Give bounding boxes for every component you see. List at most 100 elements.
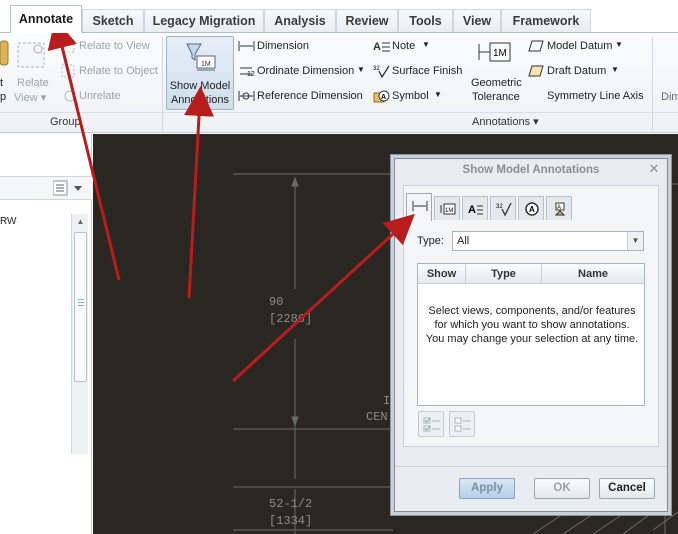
model-datum-dropdown-icon[interactable]: ▼: [615, 40, 623, 49]
type-select[interactable]: All ▼: [452, 231, 644, 251]
tree-scrollbar[interactable]: ▲: [71, 214, 88, 454]
ordinate-dimension-icon: 12: [238, 64, 256, 78]
apply-button[interactable]: Apply: [459, 478, 515, 499]
svg-text:1M: 1M: [493, 48, 507, 59]
ordinate-dimension-dropdown-icon[interactable]: ▼: [357, 65, 365, 74]
tab-view[interactable]: View: [453, 9, 501, 32]
relate-view-label-1[interactable]: Relate: [17, 77, 49, 89]
surface-finish-icon: 32: [373, 64, 391, 78]
group-icon[interactable]: [0, 39, 10, 69]
partial-button-label-2: p: [0, 91, 7, 103]
gtol-tab-icon: 1M: [440, 203, 456, 215]
relate-view-icon[interactable]: [16, 39, 48, 71]
group-label: Group: [50, 116, 81, 128]
tab-review[interactable]: Review: [336, 9, 398, 32]
note-tab-icon: A: [468, 204, 483, 216]
scroll-up-icon[interactable]: ▲: [72, 214, 89, 230]
show-model-annotations-button[interactable]: 1M Show Model Annotations: [166, 36, 234, 110]
relate-view-label-2[interactable]: View ▾: [14, 91, 46, 104]
note-icon: A: [373, 39, 391, 53]
show-model-annotations-icon: 1M: [184, 42, 218, 72]
column-header-show[interactable]: Show: [418, 264, 466, 284]
tab-notes[interactable]: A: [462, 196, 488, 220]
ordinate-dimension-button[interactable]: Ordinate Dimension: [257, 65, 354, 77]
show-model-annotations-label-1: Show Model: [169, 80, 231, 92]
svg-text:A: A: [557, 205, 561, 211]
draft-datum-button[interactable]: Draft Datum: [547, 65, 606, 77]
annotations-group-label[interactable]: Annotations ▾: [472, 113, 539, 131]
note-button[interactable]: Note: [392, 40, 415, 52]
type-select-value: All: [457, 235, 470, 247]
svg-text:A: A: [381, 94, 386, 101]
chevron-down-icon[interactable]: ▼: [627, 232, 643, 250]
tab-surface-finishes[interactable]: 32: [490, 196, 516, 220]
deselect-all-icon: [454, 417, 471, 432]
tab-sketch[interactable]: Sketch: [82, 9, 144, 32]
tree-item[interactable]: RW: [0, 216, 16, 227]
show-model-annotations-label-2: Annotations: [170, 94, 230, 106]
selection-message-line-3: You may change your selection at any tim…: [425, 333, 639, 345]
surface-finish-tab-icon: 32: [496, 202, 512, 217]
svg-text:A: A: [468, 204, 476, 216]
tab-framework[interactable]: Framework: [501, 9, 591, 32]
tab-datums[interactable]: A: [546, 196, 572, 220]
relate-to-object-button[interactable]: Relate to Object: [79, 65, 158, 77]
partial-dim-label[interactable]: Dim: [661, 91, 678, 103]
relate-to-view-icon: [61, 39, 75, 53]
ribbon: t p Relate View ▾ Relate to View Relate …: [0, 32, 678, 133]
geometric-tolerance-label-2[interactable]: Tolerance: [472, 91, 520, 103]
symbol-dropdown-icon[interactable]: ▼: [434, 90, 442, 99]
tree-settings-icon[interactable]: [53, 180, 83, 197]
tab-symbols[interactable]: A: [518, 196, 544, 220]
column-header-name[interactable]: Name: [542, 264, 644, 284]
tab-tools[interactable]: Tools: [398, 9, 453, 32]
tab-legacy-migration[interactable]: Legacy Migration: [144, 9, 264, 32]
tab-dimensions[interactable]: [406, 193, 432, 221]
scroll-thumb[interactable]: [74, 232, 87, 382]
annotations-table[interactable]: Show Type Name Select views, components,…: [417, 263, 645, 406]
ok-button[interactable]: OK: [534, 478, 590, 499]
dimension-text-1334: [1334]: [269, 514, 313, 528]
relate-to-view-button[interactable]: Relate to View: [79, 40, 150, 52]
tab-geometric-tolerances[interactable]: 1M: [434, 196, 460, 220]
select-all-icon: [423, 417, 440, 432]
select-all-button[interactable]: [418, 411, 444, 437]
tab-annotate[interactable]: Annotate: [10, 5, 82, 33]
relate-to-object-icon: [61, 64, 75, 78]
model-datum-button[interactable]: Model Datum: [547, 40, 612, 52]
dimension-tab-icon: [412, 201, 428, 211]
dimension-text-90: 90: [269, 295, 284, 309]
svg-text:1M: 1M: [445, 208, 453, 214]
dialog-title[interactable]: Show Model Annotations: [395, 159, 667, 181]
svg-text:A: A: [529, 205, 535, 214]
column-header-type[interactable]: Type: [466, 264, 542, 284]
partial-button-label-1: t: [0, 77, 4, 89]
type-label: Type:: [417, 235, 444, 247]
note-dropdown-icon[interactable]: ▼: [422, 40, 430, 49]
deselect-all-button[interactable]: [449, 411, 475, 437]
svg-text:1M: 1M: [201, 61, 211, 68]
draft-datum-dropdown-icon[interactable]: ▼: [611, 65, 619, 74]
geometric-tolerance-label-1[interactable]: Geometric: [471, 77, 522, 89]
dimension-text-52: 52-1/2: [269, 497, 313, 511]
geometric-tolerance-icon[interactable]: 1M: [478, 39, 512, 65]
tab-analysis[interactable]: Analysis: [264, 9, 336, 32]
symbol-button[interactable]: Symbol: [392, 90, 429, 102]
surface-finish-button[interactable]: Surface Finish: [392, 65, 462, 77]
drawing-note-partial-2: CEN: [366, 410, 388, 424]
selection-message-line-1: Select views, components, and/or feature…: [428, 305, 636, 317]
reference-dimension-button[interactable]: Reference Dimension: [257, 90, 363, 102]
cancel-button[interactable]: Cancel: [599, 478, 655, 499]
symbol-tab-icon: A: [525, 202, 539, 216]
dialog-footer-divider: [395, 466, 667, 467]
symmetry-line-axis-button[interactable]: Symmetry Line Axis: [547, 90, 644, 102]
model-datum-icon: [528, 39, 544, 53]
unrelate-button[interactable]: Unrelate: [79, 90, 121, 102]
group-separator: [162, 37, 163, 131]
dimension-icon: [238, 39, 256, 53]
dimension-button[interactable]: Dimension: [257, 40, 309, 52]
dimension-text-2286: [2286]: [269, 312, 313, 326]
close-icon[interactable]: ✕: [647, 162, 661, 176]
selection-message: Select views, components, and/or feature…: [422, 304, 642, 346]
symbol-icon: A: [373, 89, 391, 103]
